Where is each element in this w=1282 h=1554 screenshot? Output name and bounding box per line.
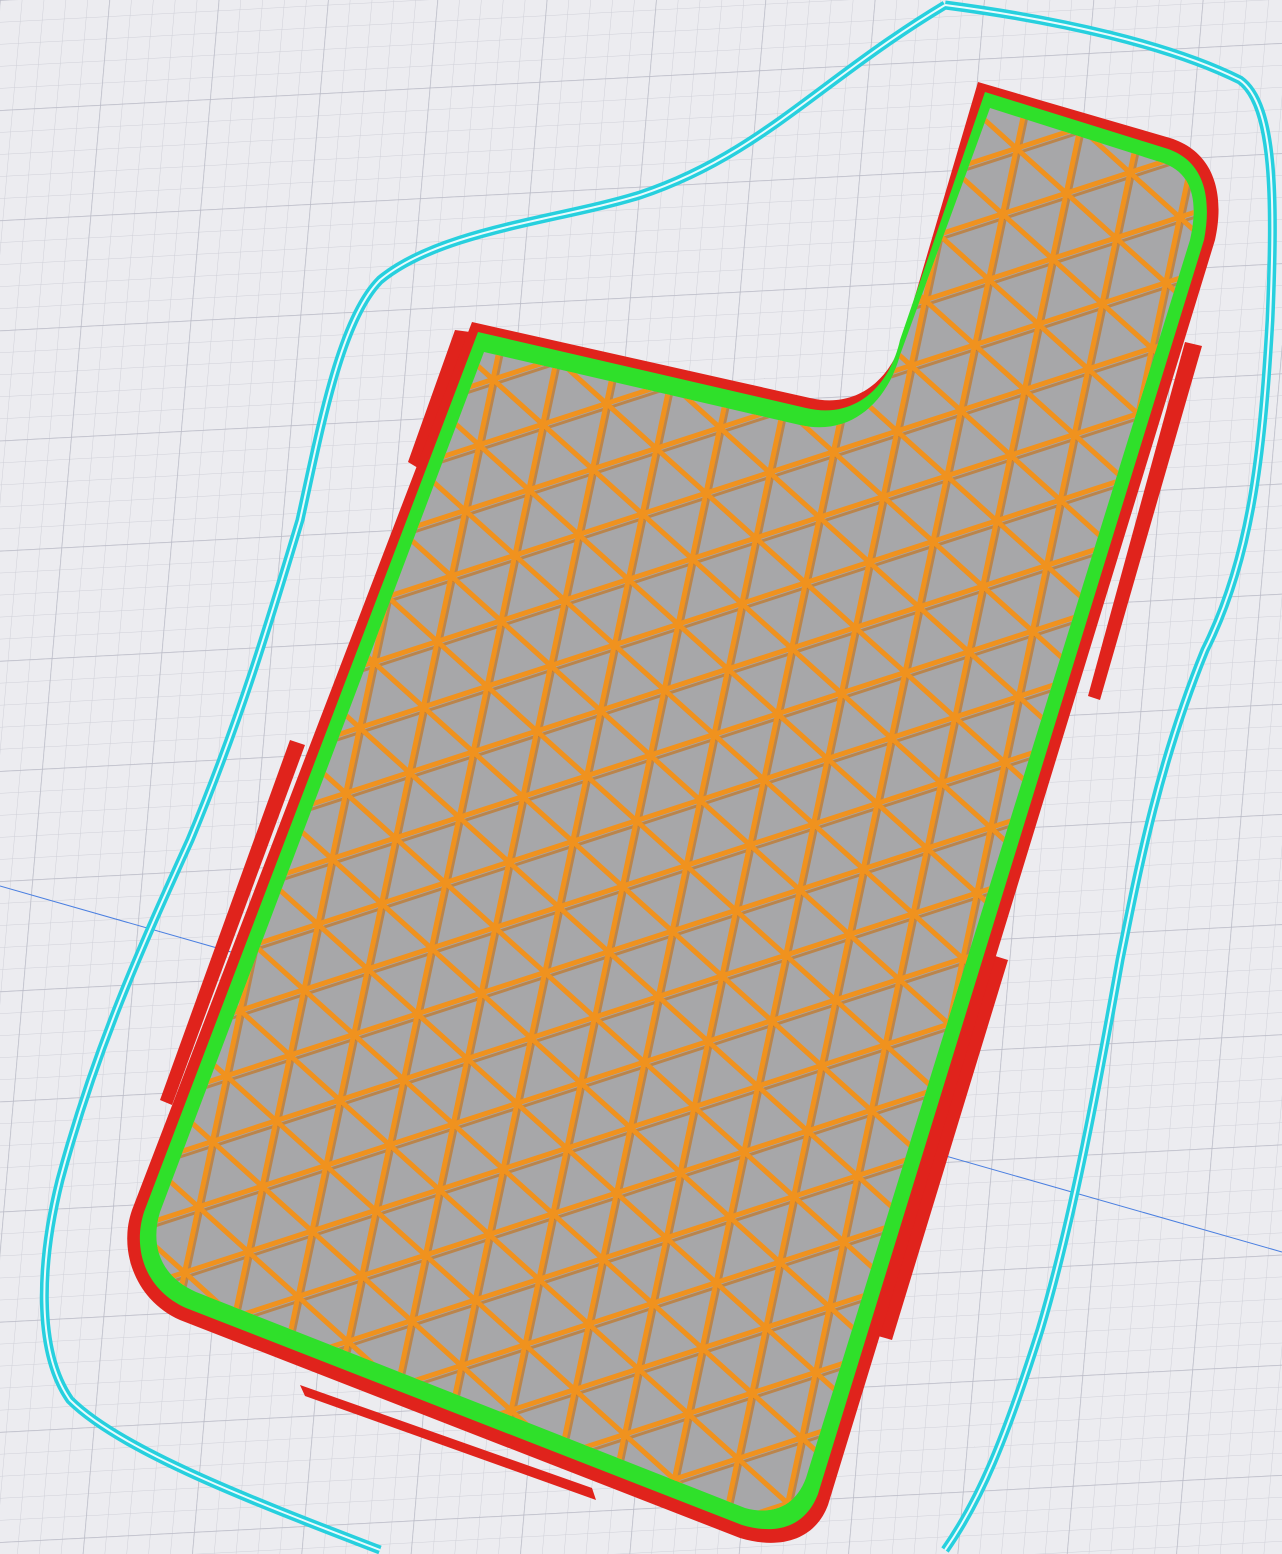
slicer-preview-viewport[interactable] [0,0,1282,1554]
layer-preview-canvas[interactable] [0,0,1282,1554]
